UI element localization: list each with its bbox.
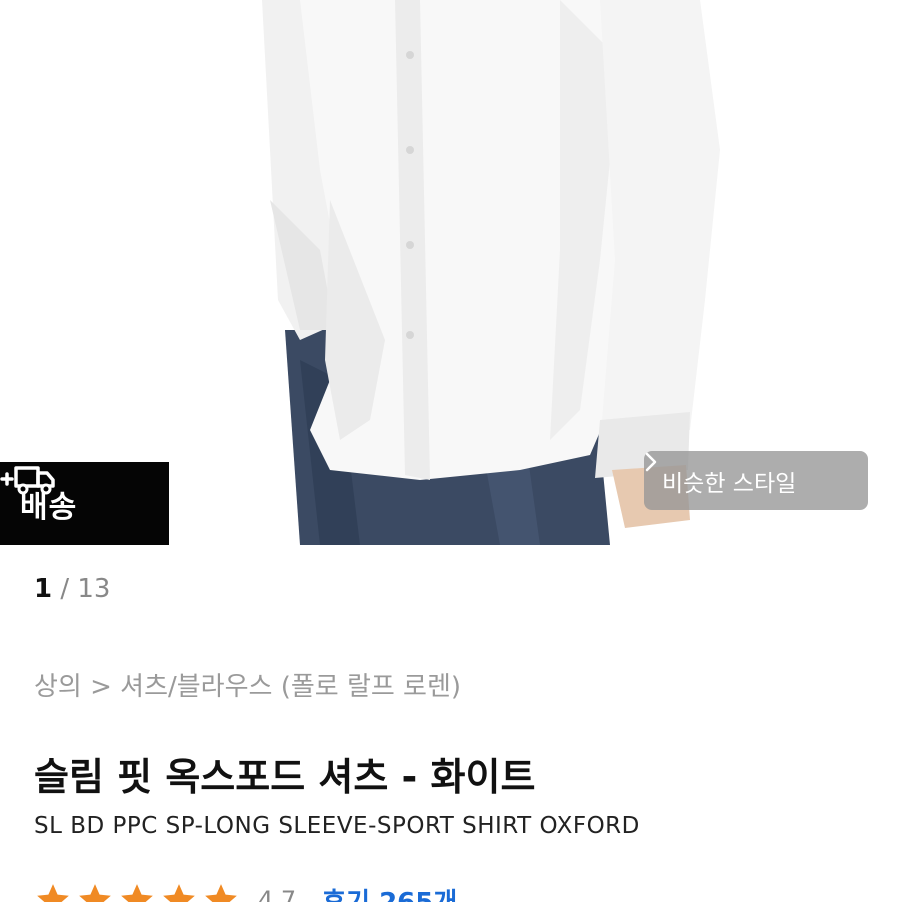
similar-style-button[interactable]: 비슷한 스타일 xyxy=(644,451,868,510)
product-image-carousel[interactable]: 배송 비슷한 스타일 xyxy=(0,0,902,545)
similar-style-label: 비슷한 스타일 xyxy=(662,470,797,497)
chevron-right-icon xyxy=(645,452,657,472)
star-icon xyxy=(37,884,69,902)
star-icon xyxy=(163,884,195,902)
product-subtitle: SL BD PPC SP-LONG SLEEVE-SPORT SHIRT OXF… xyxy=(34,813,640,839)
reviews-link[interactable]: 후기 265개 xyxy=(322,882,457,902)
breadcrumb[interactable]: 상의 > 셔츠/블라우스 (폴로 랄프 로렌) xyxy=(34,666,461,703)
pager-separator: / xyxy=(52,574,78,604)
delivery-badge: 배송 xyxy=(0,462,169,545)
product-title: 슬림 핏 옥스포드 셔츠 - 화이트 xyxy=(34,755,536,799)
pager-total: 13 xyxy=(77,574,111,604)
rating-score: 4.7 xyxy=(258,886,297,902)
image-pager: 1 / 13 xyxy=(34,574,110,604)
plus-truck-icon xyxy=(0,466,55,495)
star-icon xyxy=(121,884,153,902)
star-icon xyxy=(205,884,237,902)
star-icon xyxy=(79,884,111,902)
rating-row: 4.7 후기 265개 xyxy=(34,880,457,902)
star-rating xyxy=(34,881,240,902)
pager-current: 1 xyxy=(34,574,53,604)
